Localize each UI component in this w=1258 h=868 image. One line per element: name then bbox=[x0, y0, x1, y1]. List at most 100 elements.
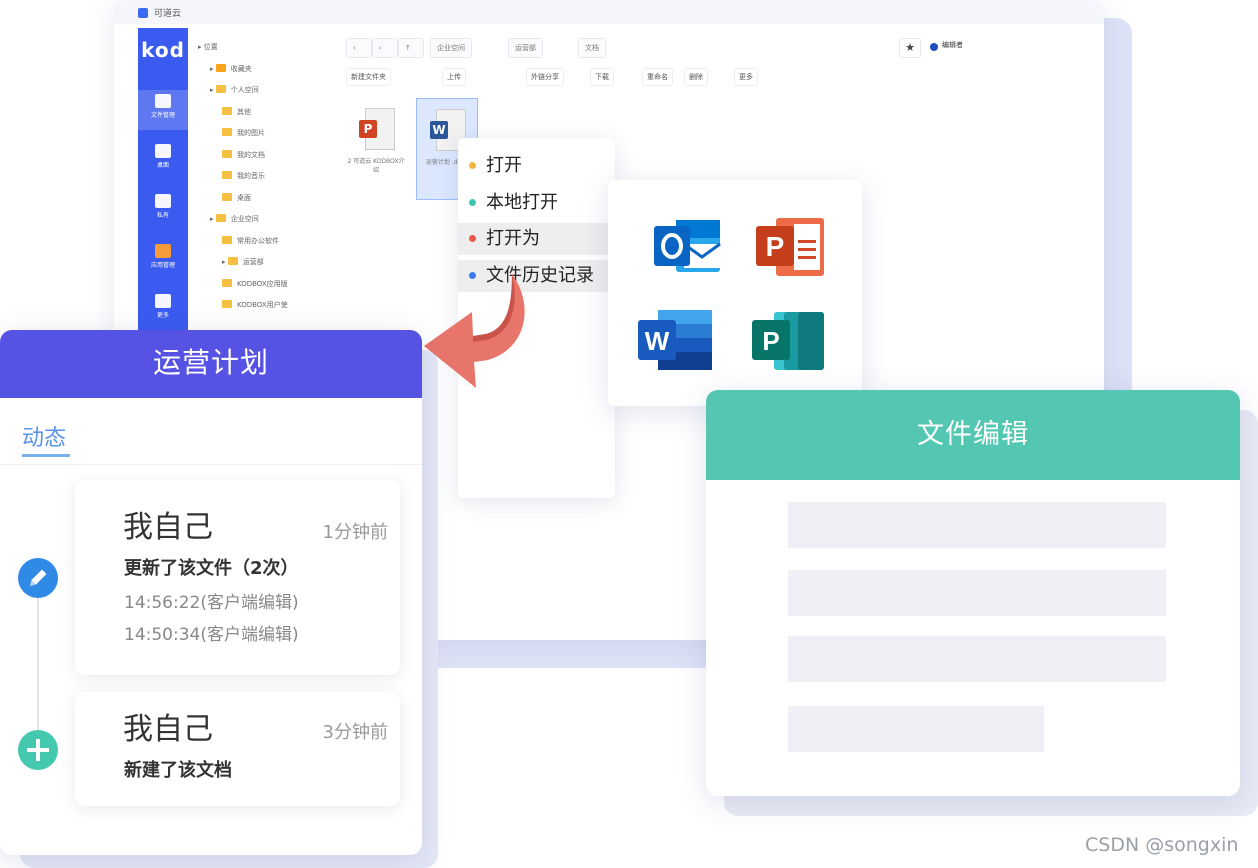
tree-item-label: 我的图片 bbox=[237, 129, 265, 137]
text-line-placeholder bbox=[788, 570, 1166, 616]
star-icon[interactable]: ★ bbox=[899, 38, 921, 58]
ppt-file-icon: P bbox=[359, 108, 395, 150]
tree-item-label: 常用办公软件 bbox=[237, 236, 279, 245]
tree-item[interactable]: 我的图片 bbox=[222, 128, 265, 142]
plus-icon bbox=[18, 730, 58, 770]
breadcrumb-item[interactable]: 文档 bbox=[578, 38, 606, 58]
sidebar-item-label: 私有 bbox=[156, 212, 169, 219]
folder-icon bbox=[222, 128, 232, 136]
activity-card[interactable]: 我自己 1分钟前 更新了该文件（2次） 14:56:22(客户端编辑) 14:5… bbox=[75, 480, 400, 675]
star-icon bbox=[215, 63, 226, 72]
tree-item[interactable]: 常用办公软件 bbox=[222, 235, 279, 250]
editor-title: 文件编辑 bbox=[706, 390, 1240, 480]
sidebar-item[interactable]: 私有 bbox=[138, 190, 188, 230]
toolbar-button[interactable]: 重命名 bbox=[642, 68, 673, 86]
sidebar-item-label: 桌面 bbox=[156, 162, 169, 169]
app-icon bbox=[155, 244, 171, 258]
breadcrumb: ‹ › ↑ 企业空间 运营部 文档 bbox=[346, 38, 866, 58]
text-line-placeholder bbox=[788, 502, 1166, 548]
tree-item-label: 收藏夹 bbox=[230, 64, 252, 73]
sidebar-item-label: 文件管理 bbox=[150, 112, 175, 119]
text-line-placeholder bbox=[788, 636, 1166, 682]
publisher-icon[interactable]: P bbox=[748, 306, 828, 376]
toolbar-button[interactable]: 下载 bbox=[590, 68, 614, 86]
svg-text:P: P bbox=[762, 326, 779, 356]
breadcrumb-item[interactable]: 运营部 bbox=[508, 38, 543, 58]
up-button[interactable]: ↑ bbox=[398, 38, 424, 58]
file-name: 2 可道云 KODBOX介绍 bbox=[347, 158, 405, 174]
watermark: CSDN @songxin bbox=[1085, 834, 1239, 856]
activity-action: 新建了该文档 bbox=[124, 760, 232, 781]
app-icon bbox=[155, 194, 171, 208]
toolbar-button[interactable]: 删除 bbox=[684, 68, 708, 86]
panel-title: 运营计划 bbox=[0, 330, 422, 398]
timestamp: 3分钟前 bbox=[322, 722, 388, 743]
toolbar-button[interactable]: 外链分享 bbox=[526, 68, 564, 86]
bullet-icon bbox=[469, 235, 476, 242]
activity-panel: 运营计划 动态 我自己 1分钟前 更新了该文件（2次） 14:56:22(客户端… bbox=[0, 330, 422, 855]
tree-item-label: 运营部 bbox=[242, 258, 264, 266]
folder-icon bbox=[222, 106, 232, 115]
toolbar: 新建文件夹 上传 外链分享 下载 重命名 删除 更多 bbox=[346, 68, 1026, 86]
activity-action: 更新了该文件（2次） bbox=[124, 558, 299, 579]
tree-item[interactable]: 我的音乐 bbox=[222, 171, 265, 185]
tree-item[interactable]: KODBOX应用版 bbox=[222, 278, 288, 293]
text-line-placeholder bbox=[788, 706, 1044, 752]
tree-item[interactable]: ▸ 个人空间 bbox=[210, 85, 259, 99]
timeline-line bbox=[37, 578, 39, 750]
menu-item-label: 打开 bbox=[486, 155, 522, 176]
word-icon[interactable]: W bbox=[636, 306, 716, 376]
tree-item[interactable]: 其他 bbox=[222, 106, 251, 121]
tree-item-label: 我的音乐 bbox=[237, 172, 265, 180]
menu-item[interactable]: 打开为 bbox=[458, 223, 615, 255]
tree-item[interactable]: 我的文档 bbox=[222, 149, 265, 164]
tree-item[interactable]: ▸ 企业空间 bbox=[210, 214, 259, 228]
folder-icon bbox=[222, 192, 232, 201]
actor-name: 我自己 bbox=[123, 510, 213, 545]
sidebar-item[interactable]: 应用管理 bbox=[138, 240, 188, 280]
folder-icon bbox=[222, 300, 232, 308]
sidebar-item[interactable]: 更多 bbox=[138, 290, 188, 330]
chevron-icon: ▸ bbox=[210, 215, 216, 223]
sidebar-item-label: 更多 bbox=[156, 312, 169, 319]
toolbar-button[interactable]: 更多 bbox=[734, 68, 758, 86]
app-icon bbox=[155, 144, 171, 158]
tree-item[interactable]: ▸ 收藏夹 bbox=[210, 63, 252, 78]
tree-item[interactable]: ▸ 位置 bbox=[198, 42, 218, 56]
user-name[interactable]: 编辑者 bbox=[942, 40, 963, 50]
tab-activity[interactable]: 动态 bbox=[22, 420, 66, 452]
folder-icon bbox=[215, 85, 226, 93]
toolbar-button[interactable]: 新建文件夹 bbox=[346, 68, 391, 86]
sidebar-item[interactable]: 桌面 bbox=[138, 140, 188, 180]
folder-icon bbox=[222, 235, 232, 244]
folder-icon bbox=[227, 257, 238, 265]
breadcrumb-item[interactable]: 企业空间 bbox=[430, 38, 472, 58]
outlook-icon[interactable] bbox=[650, 210, 724, 282]
toolbar-button[interactable]: 上传 bbox=[442, 68, 466, 86]
tree-item[interactable]: KODBOX用户使 bbox=[222, 300, 288, 314]
activity-card[interactable]: 我自己 3分钟前 新建了该文档 bbox=[75, 692, 400, 806]
file-item[interactable]: P 2 可道云 KODBOX介绍 bbox=[346, 98, 406, 198]
avatar[interactable] bbox=[930, 43, 938, 51]
editor-panel: 文件编辑 bbox=[706, 390, 1240, 796]
brand-logo: kod bbox=[141, 38, 185, 62]
title-bar bbox=[114, 0, 1104, 24]
tree-item[interactable]: 桌面 bbox=[222, 192, 251, 207]
menu-item[interactable]: 本地打开 bbox=[458, 187, 615, 219]
actor-name: 我自己 bbox=[123, 712, 213, 747]
powerpoint-icon[interactable]: P bbox=[754, 210, 828, 282]
sidebar-item[interactable]: 文件管理 bbox=[138, 90, 188, 130]
tree-item-label: 企业空间 bbox=[230, 215, 259, 223]
back-button[interactable]: ‹ bbox=[346, 38, 372, 58]
folder-icon bbox=[222, 149, 232, 158]
bullet-icon bbox=[469, 198, 476, 206]
tree-item[interactable]: ▸ 运营部 bbox=[222, 257, 264, 271]
app-name: 可道云 bbox=[154, 9, 182, 19]
tree-item-label: 我的文档 bbox=[237, 150, 265, 159]
menu-item[interactable]: 打开 bbox=[458, 150, 615, 182]
forward-button[interactable]: › bbox=[372, 38, 398, 58]
sidebar-item-label: 应用管理 bbox=[150, 262, 175, 269]
app-icon bbox=[155, 294, 171, 308]
tab-indicator bbox=[22, 454, 70, 457]
tree-item-label: 桌面 bbox=[237, 193, 251, 202]
